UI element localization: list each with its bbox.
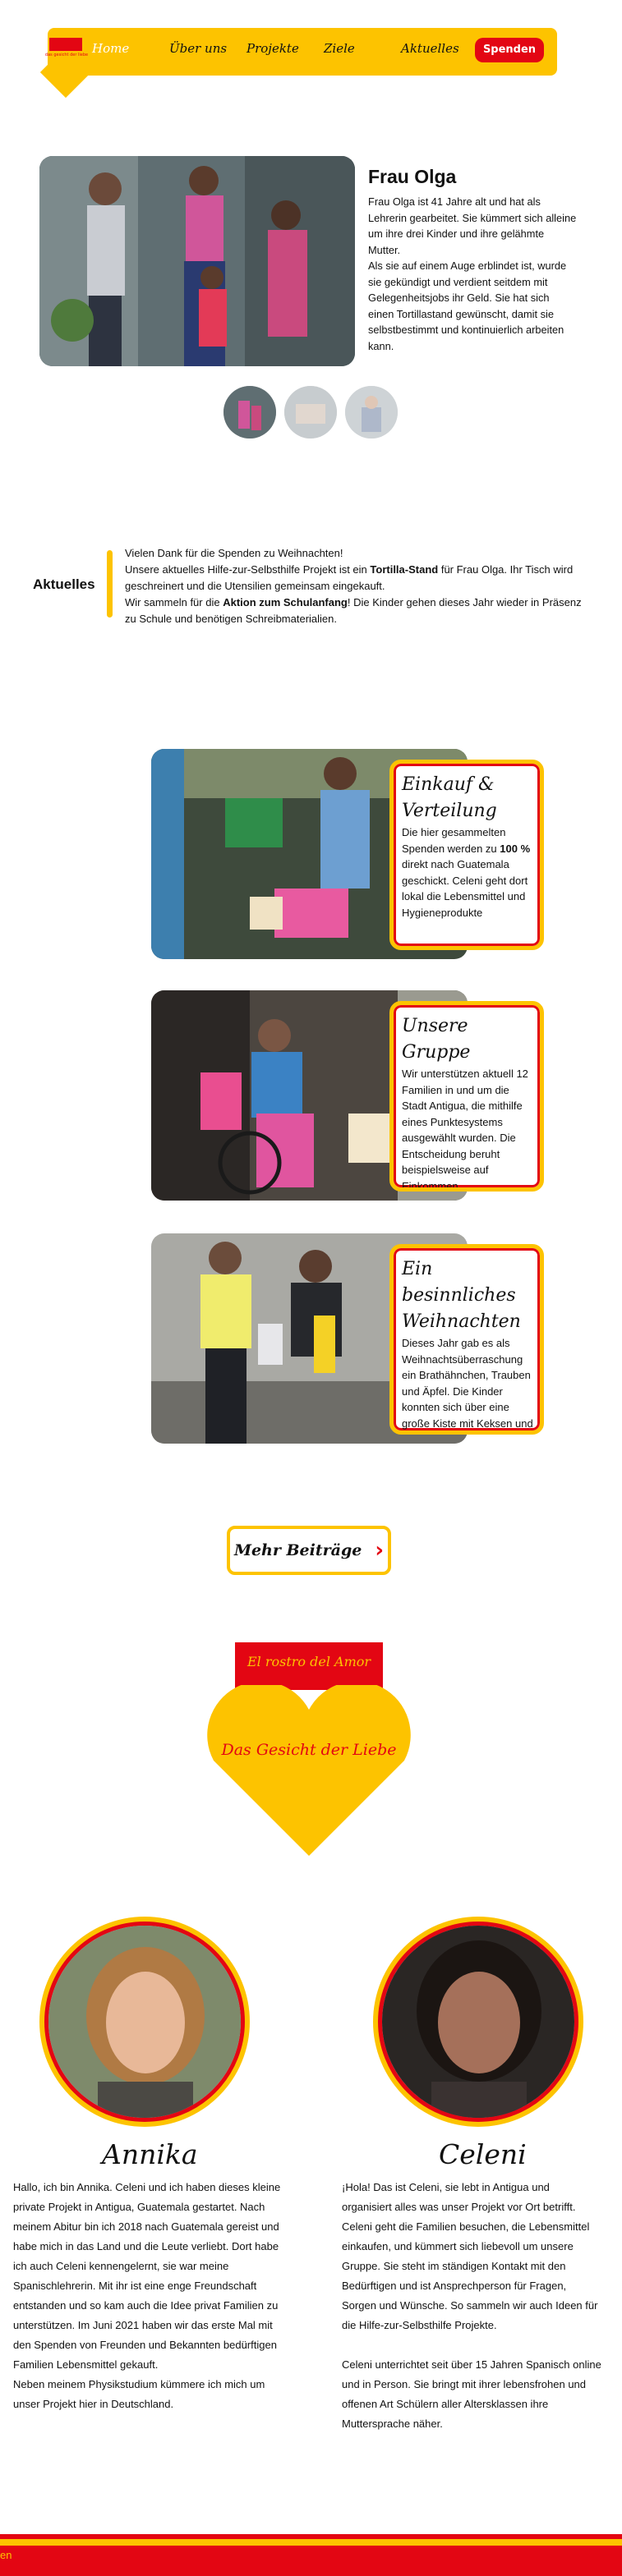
card-einkauf[interactable]: Einkauf & Verteilung Die hier gesammelte… xyxy=(389,760,544,950)
aktuelles-line: Unsere aktuelles Hilfe-zur-Selbsthilfe P… xyxy=(125,562,585,595)
team-text-celeni: ¡Hola! Das ist Celeni, sie lebt in Antig… xyxy=(342,2178,601,2434)
site-logo[interactable]: das gesicht der liebe xyxy=(39,30,92,99)
card-text: Die hier gesammelten Spenden werden zu 1… xyxy=(402,824,533,921)
bio-paragraph: ¡Hola! Das ist Celeni, sie lebt in Antig… xyxy=(342,2181,598,2331)
text-span: Wir sammeln für die xyxy=(125,596,223,608)
card-title: Ein besinnliches Weihnachten xyxy=(402,1259,521,1332)
nav-link-home[interactable]: Home xyxy=(92,41,169,56)
card-text: Dieses Jahr gab es als Weihnachtsüberras… xyxy=(402,1337,533,1430)
avatar-image xyxy=(44,1922,245,2122)
aktuelles-line: Wir sammeln für die Aktion zum Schulanfa… xyxy=(125,595,585,627)
card-title: Unsere Gruppe xyxy=(402,1016,471,1063)
heart-logo-icon xyxy=(207,1685,411,1856)
brand-spanish-name: El rostro del Amor xyxy=(246,1654,371,1669)
bio-paragraph: Celeni unterrichtet seit über 15 Jahren … xyxy=(342,2358,601,2430)
team-text-annika: Hallo, ich bin Annika. Celeni und ich ha… xyxy=(13,2178,284,2414)
highlight-tortilla-stand: Tortilla-Stand xyxy=(370,563,439,576)
highlight-percent: 100 % xyxy=(500,842,531,855)
text-span: direkt nach Guatemala geschickt. Celeni … xyxy=(402,858,528,919)
photo-thumbnails xyxy=(223,386,398,439)
nav-link-aktuelles[interactable]: Aktuelles xyxy=(401,41,478,56)
profile-description: Frau Olga ist 41 Jahre alt und hat als L… xyxy=(368,194,578,354)
celeni-portrait-illustration xyxy=(382,1926,574,2118)
aktuelles-heading: Aktuelles xyxy=(33,576,95,592)
footer-language-link[interactable]: en xyxy=(0,2549,12,2561)
text-span: Die hier gesammelten Spenden werden zu xyxy=(402,826,506,855)
aktuelles-accent-bar xyxy=(107,550,113,618)
chevron-right-icon: › xyxy=(375,1538,385,1563)
team-name-annika: Annika xyxy=(102,2138,198,2170)
thumbnail-1[interactable] xyxy=(223,386,276,439)
annika-portrait-illustration xyxy=(48,1926,241,2118)
nav-links: Home Über uns Projekte Ziele Aktuelles xyxy=(92,41,478,56)
thumbnail-image xyxy=(284,386,337,439)
highlight-schulanfang: Aktion zum Schulanfang xyxy=(223,596,348,608)
brand-german-name: Das Gesicht der Liebe xyxy=(221,1741,397,1759)
card-gruppe[interactable]: Unsere Gruppe Wir unterstützen aktuell 1… xyxy=(389,1001,544,1192)
bio-paragraph: Hallo, ich bin Annika. Celeni und ich ha… xyxy=(13,2181,281,2371)
avatar-annika xyxy=(39,1917,250,2127)
card-title: Einkauf & Verteilung xyxy=(402,774,497,821)
logo-red-banner xyxy=(49,38,82,51)
text-span: Unsere aktuelles Hilfe-zur-Selbsthilfe P… xyxy=(125,563,371,576)
nav-link-projekte[interactable]: Projekte xyxy=(246,41,324,56)
team-name-celeni: Celeni xyxy=(439,2138,527,2170)
nav-link-ziele[interactable]: Ziele xyxy=(324,41,401,56)
card-text: Wir unterstützen aktuell 12 Familien in … xyxy=(402,1068,528,1192)
aktuelles-text: Vielen Dank für die Spenden zu Weihnacht… xyxy=(125,545,585,627)
profile-title: Frau Olga xyxy=(368,166,457,187)
thumbnail-2[interactable] xyxy=(284,386,337,439)
avatar-image xyxy=(378,1922,578,2122)
bio-paragraph: Neben meinem Physikstudium kümmere ich m… xyxy=(13,2378,265,2410)
profile-paragraph: Als sie auf einem Auge erblindet ist, wu… xyxy=(368,259,567,352)
more-posts-button[interactable]: Mehr Beiträge › xyxy=(227,1526,391,1575)
thumbnail-3[interactable] xyxy=(345,386,398,439)
avatar-celeni xyxy=(373,1917,583,2127)
thumbnail-image xyxy=(345,386,398,439)
family-photo-illustration xyxy=(39,156,355,366)
footer-stripe xyxy=(0,2539,622,2546)
more-posts-label: Mehr Beiträge xyxy=(233,1541,362,1559)
logo-subtitle: das gesicht der liebe xyxy=(44,53,89,57)
aktuelles-line: Vielen Dank für die Spenden zu Weihnacht… xyxy=(125,547,343,559)
thumbnail-image xyxy=(223,386,276,439)
family-photo xyxy=(39,156,355,366)
donate-button[interactable]: Spenden xyxy=(475,38,544,62)
profile-paragraph: Frau Olga ist 41 Jahre alt und hat als L… xyxy=(368,195,577,256)
nav-link-ueber-uns[interactable]: Über uns xyxy=(169,41,246,56)
card-weihnachten[interactable]: Ein besinnliches Weihnachten Dieses Jahr… xyxy=(389,1244,544,1435)
